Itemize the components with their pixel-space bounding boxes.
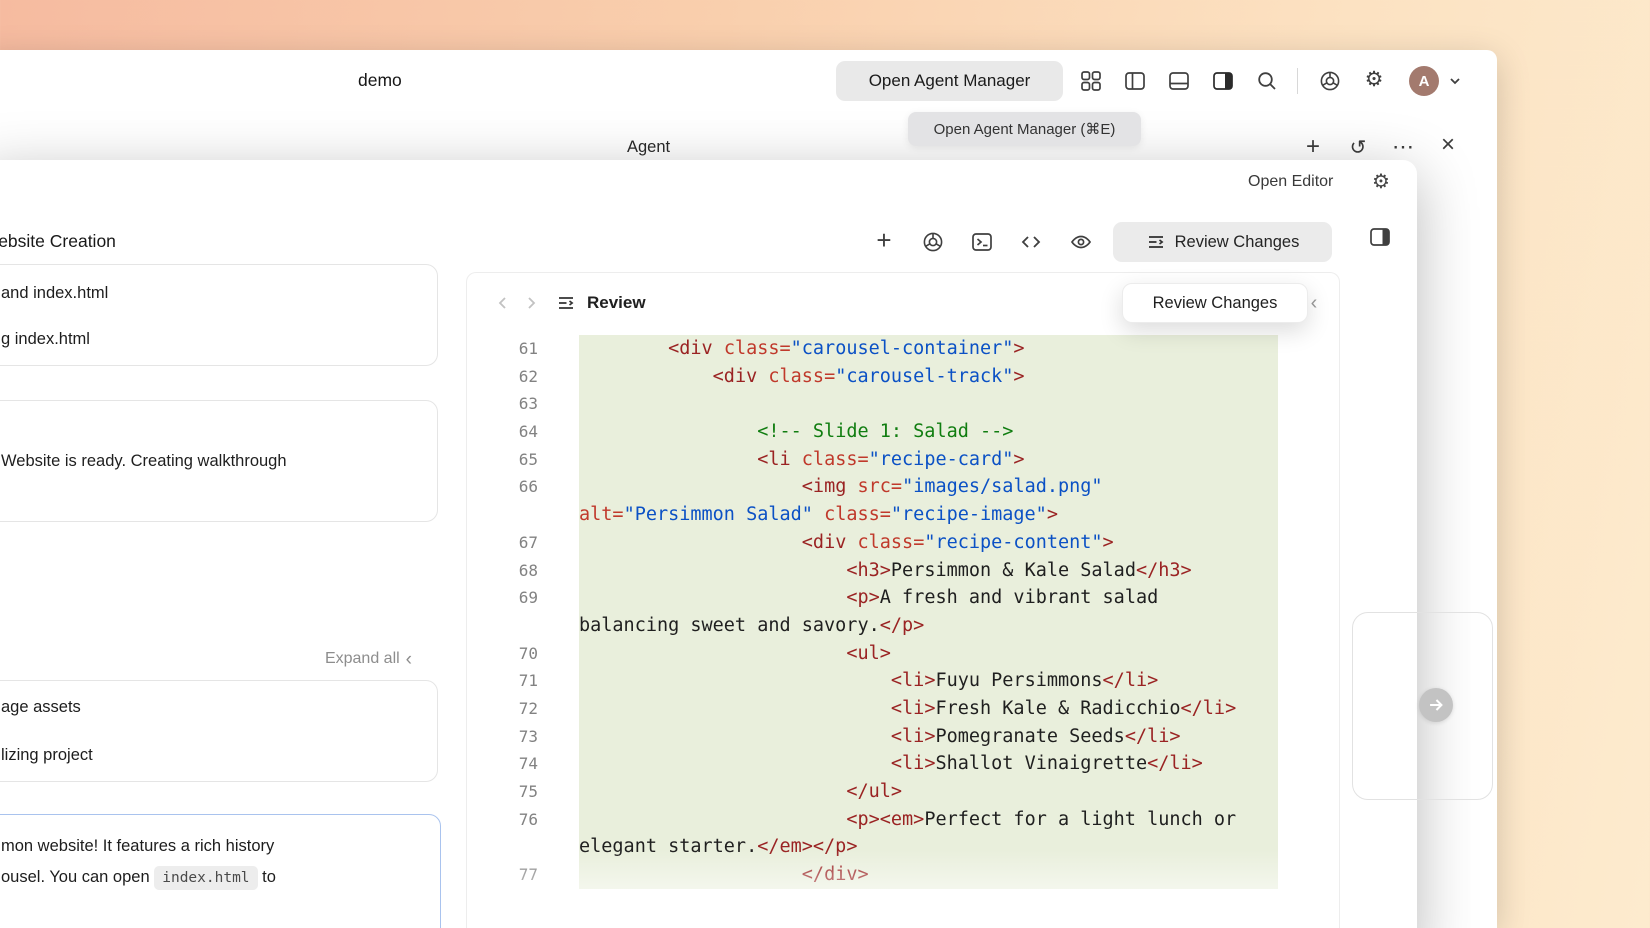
chevron-down-icon[interactable] (1447, 74, 1463, 88)
panel-settings-gear-icon[interactable]: ⚙ (1372, 169, 1390, 194)
code-row: 76<p><em>Perfect for a light lunch or (467, 806, 1339, 834)
code-row: alt="Persimmon Salad" class="recipe-imag… (467, 501, 1339, 529)
open-in-browser-icon[interactable] (921, 230, 945, 254)
toggle-right-panel-icon[interactable] (1368, 225, 1392, 249)
code-row: 63 (467, 390, 1339, 418)
code-row: 66<img src="images/salad.png" (467, 473, 1339, 501)
code-row: 64<!-- Slide 1: Salad --> (467, 418, 1339, 446)
browser-icon[interactable] (1318, 69, 1342, 93)
code-row: 74<li>Shallot Vinaigrette</li> (467, 750, 1339, 778)
code-row: 75</ul> (467, 778, 1339, 806)
steps-card: age assets lizing project (0, 680, 438, 782)
avatar[interactable]: A (1409, 66, 1439, 96)
code-row: 61<div class="carousel-container"> (467, 335, 1339, 363)
review-changes-icon (1146, 232, 1166, 252)
carousel-next-button[interactable] (1419, 688, 1453, 722)
code-row: 71<li>Fuyu Persimmons</li> (467, 667, 1339, 695)
file-item[interactable]: and index.html (1, 270, 437, 316)
code-row: 65<li class="recipe-card"> (467, 446, 1339, 474)
panel-left-icon[interactable] (1123, 69, 1147, 93)
search-icon[interactable] (1255, 69, 1279, 93)
step-item[interactable]: age assets (1, 683, 437, 731)
dashboard-icon[interactable] (1079, 69, 1103, 93)
code-row: 69<p>A fresh and vibrant salad (467, 584, 1339, 612)
panel-right-icon-active[interactable] (1211, 69, 1235, 93)
message-text: ousel. You can open (1, 868, 154, 886)
open-agent-manager-button[interactable]: Open Agent Manager (836, 61, 1063, 101)
nav-forward-icon[interactable] (518, 289, 544, 317)
message-text: to (258, 868, 276, 886)
code-row: 70<ul> (467, 640, 1339, 668)
code-row: 73<li>Pomegranate Seeds</li> (467, 723, 1339, 751)
expand-all-button[interactable]: Expand all ‹ (276, 645, 412, 673)
toolbar-divider (1297, 68, 1298, 94)
new-chat-icon[interactable]: + (1301, 135, 1325, 159)
code-row: 68<h3>Persimmon & Kale Salad</h3> (467, 557, 1339, 585)
assistant-message-card: mon website! It features a rich history … (0, 814, 441, 928)
terminal-icon[interactable] (970, 230, 994, 254)
code-lines[interactable]: 61<div class="carousel-container">62<div… (467, 335, 1339, 928)
review-tab-icon (556, 293, 576, 313)
message-line: mon website! It features a rich history (1, 831, 424, 862)
preview-eye-icon[interactable] (1069, 230, 1093, 254)
close-icon[interactable]: × (1436, 133, 1460, 157)
panel-bottom-icon[interactable] (1167, 69, 1191, 93)
history-icon[interactable]: ↺ (1346, 135, 1370, 159)
chevron-left-icon: ‹ (406, 650, 412, 669)
inline-code-chip[interactable]: index.html (154, 866, 257, 890)
nav-back-icon[interactable] (490, 289, 516, 317)
settings-gear-icon[interactable]: ⚙ (1362, 67, 1386, 91)
message-line: ousel. You can open index.html to (1, 862, 424, 893)
code-row: 67<div class="recipe-content"> (467, 529, 1339, 557)
status-card: Website is ready. Creating walkthrough (0, 400, 438, 522)
step-item[interactable]: lizing project (1, 731, 437, 779)
review-changes-label: Review Changes (1175, 233, 1300, 252)
add-icon[interactable]: + (872, 228, 896, 252)
more-options-icon[interactable]: ⋯ (1391, 135, 1415, 159)
code-row: elegant starter.</em></p> (467, 833, 1339, 861)
file-item[interactable]: g index.html (1, 316, 437, 362)
review-tab-label: Review (587, 293, 646, 313)
code-row: balancing sweet and savory.</p> (467, 612, 1339, 640)
review-changes-tooltip: Review Changes (1122, 283, 1308, 323)
tab-agent[interactable]: Agent (627, 138, 670, 157)
chat-title: Website Creation (0, 231, 116, 252)
code-row: 72<li>Fresh Kale & Radicchio</li> (467, 695, 1339, 723)
agent-manager-tooltip: Open Agent Manager (⌘E) (908, 112, 1141, 146)
open-editor-button[interactable]: Open Editor (1248, 173, 1333, 191)
code-row: 77</div> (467, 861, 1339, 889)
review-changes-button[interactable]: Review Changes (1113, 222, 1332, 262)
expand-all-label: Expand all (325, 650, 400, 668)
code-icon[interactable] (1019, 230, 1043, 254)
window-title: demo (358, 70, 402, 91)
code-row: 62<div class="carousel-track"> (467, 363, 1339, 391)
agent-panel: Open Editor ⚙ Website Creation and index… (0, 160, 1417, 928)
file-list-card: and index.html g index.html (0, 264, 438, 366)
status-text: Website is ready. Creating walkthrough (1, 452, 287, 471)
tab-review[interactable]: Review (556, 289, 646, 317)
